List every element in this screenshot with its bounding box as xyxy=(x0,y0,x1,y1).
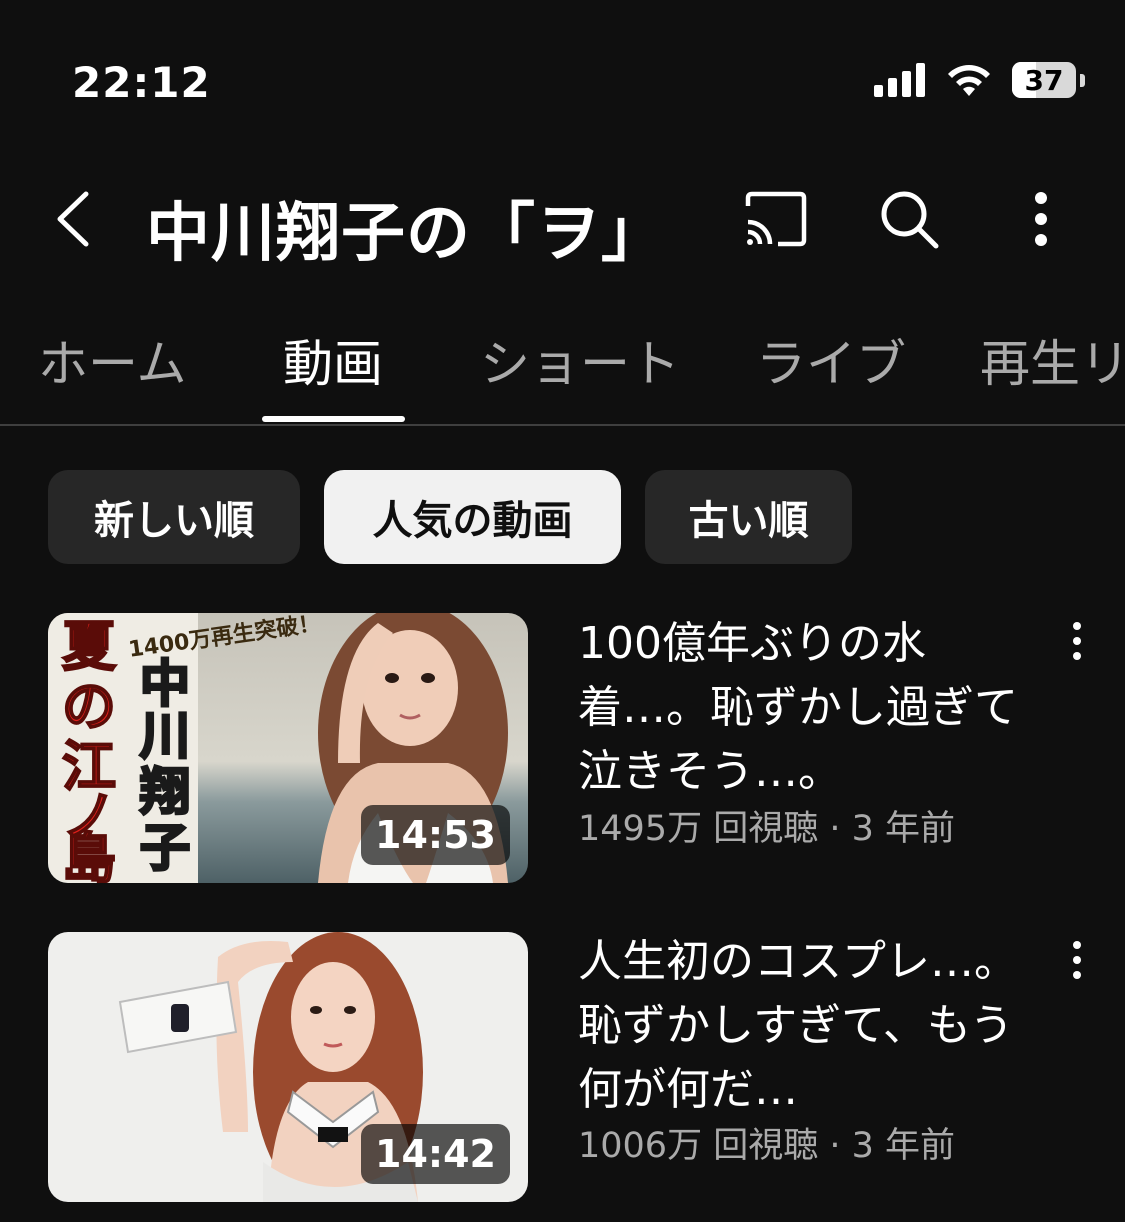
channel-header: 中川翔子の「ヲ」 xyxy=(0,170,1125,271)
video-age: 3 年前 xyxy=(851,1126,956,1166)
thumbnail-right-text: 中 川 翔 子 xyxy=(139,654,192,879)
channel-tabs: ホーム 動画 ショート ライブ 再生リ xyxy=(0,320,1125,426)
svg-text:中: 中 xyxy=(140,655,190,713)
svg-text:子: 子 xyxy=(140,819,190,877)
status-time: 22:12 xyxy=(72,58,211,107)
battery-nub xyxy=(1080,73,1085,87)
video-meta: 1495万 回視聴 · 3 年前 xyxy=(578,800,955,851)
meta-separator: · xyxy=(829,809,852,849)
video-thumbnail[interactable]: 1400万再生突破！ 夏 の 江 ノ 島 中 川 翔 子 14:53 xyxy=(48,613,528,883)
battery-level: 37 xyxy=(1024,63,1064,97)
wifi-icon xyxy=(948,65,990,96)
video-duration: 14:53 xyxy=(361,805,510,865)
video-more-icon[interactable] xyxy=(1060,937,1094,987)
svg-text:夏: 夏 xyxy=(62,615,117,678)
tab-playlists[interactable]: 再生リ xyxy=(980,324,1125,396)
channel-title: 中川翔子の「ヲ」 xyxy=(146,197,666,271)
chip-oldest[interactable]: 古い順 xyxy=(645,470,852,564)
svg-text:島: 島 xyxy=(62,827,116,883)
chip-popular[interactable]: 人気の動画 xyxy=(324,470,621,564)
svg-text:翔: 翔 xyxy=(140,763,190,821)
video-age: 3 年前 xyxy=(851,809,956,849)
video-more-icon[interactable] xyxy=(1060,618,1094,668)
chip-newest[interactable]: 新しい順 xyxy=(48,470,300,564)
video-title[interactable]: 100億年ぶりの水着…。恥ずかし過ぎて泣きそう…。 xyxy=(578,612,1038,804)
status-icons: 37 xyxy=(874,62,1085,98)
video-views: 1495万 回視聴 xyxy=(578,809,819,849)
video-meta: 1006万 回視聴 · 3 年前 xyxy=(578,1117,955,1168)
tab-home[interactable]: ホーム xyxy=(38,324,187,396)
youtube-channel-screen: 22:12 37 中川翔子の「ヲ」 ホーム 動画 ショート ライブ 再生リ 新し… xyxy=(0,0,1125,1222)
cellular-signal-icon xyxy=(874,63,925,97)
more-vertical-icon[interactable] xyxy=(1008,186,1074,252)
cast-icon[interactable] xyxy=(742,186,808,252)
battery-icon: 37 xyxy=(1012,62,1076,98)
active-tab-indicator xyxy=(262,416,405,422)
tab-videos[interactable]: 動画 xyxy=(283,324,383,396)
video-views: 1006万 回視聴 xyxy=(578,1126,819,1166)
back-arrow-icon[interactable] xyxy=(46,184,106,254)
svg-text:の: の xyxy=(62,675,116,738)
search-icon[interactable] xyxy=(876,186,942,252)
thumbnail-left-text: 夏 の 江 ノ 島 xyxy=(61,614,118,883)
video-title[interactable]: 人生初のコスプレ…。恥ずかしすぎて、もう何が何だ… xyxy=(578,930,1038,1122)
meta-separator: · xyxy=(829,1126,852,1166)
tab-shorts[interactable]: ショート xyxy=(480,324,680,396)
tab-live[interactable]: ライブ xyxy=(756,324,906,396)
video-thumbnail[interactable]: 14:42 xyxy=(48,932,528,1202)
video-duration: 14:42 xyxy=(361,1124,510,1184)
svg-text:川: 川 xyxy=(140,707,190,765)
